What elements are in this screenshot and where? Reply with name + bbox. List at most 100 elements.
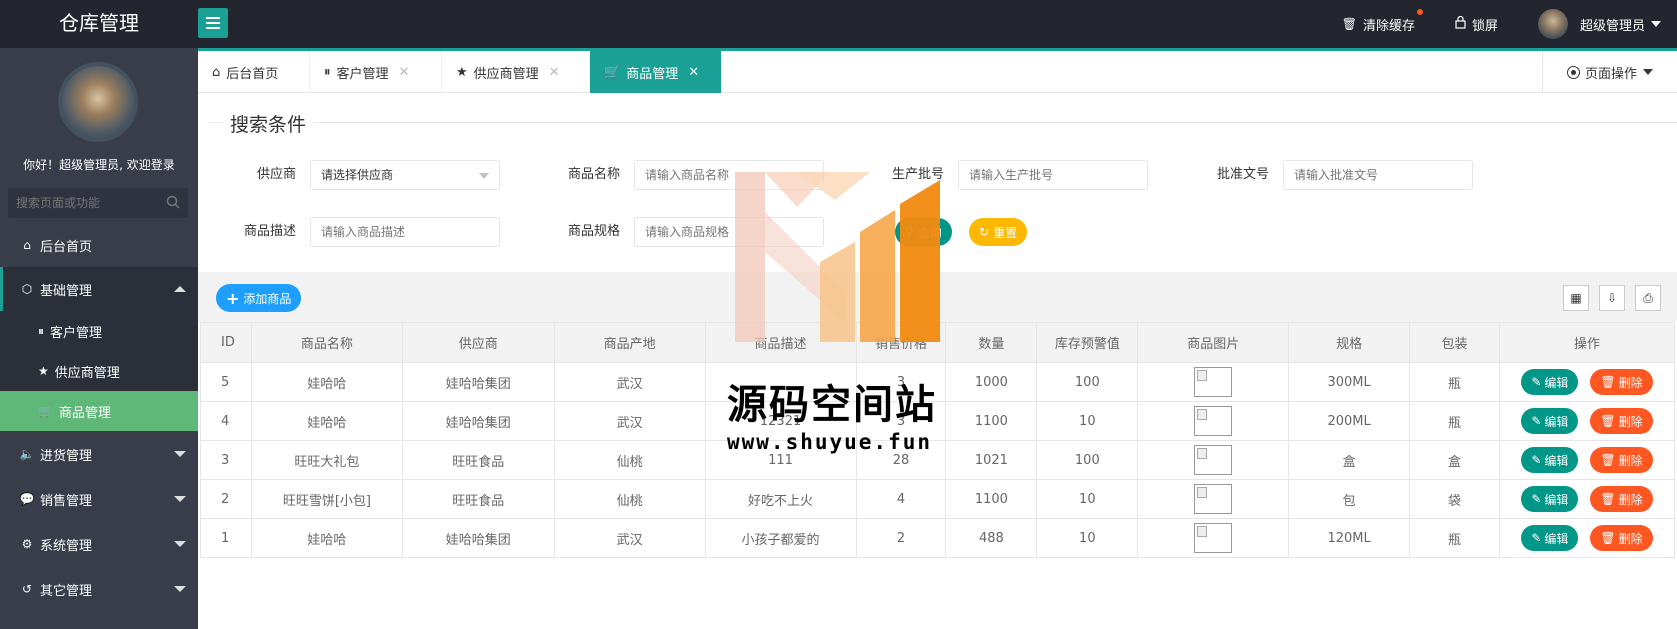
welcome-text: 你好！超级管理员, 欢迎登录	[23, 158, 175, 172]
delete-button[interactable]: 🗑 删除	[1590, 447, 1653, 473]
sidebar-item-basic[interactable]: ⬡ 基础管理	[0, 267, 198, 311]
watermark-logo-icon	[735, 172, 940, 342]
edit-button[interactable]: ✎ 编辑	[1521, 369, 1579, 395]
sidebar-item-home[interactable]: ⌂ 后台首页	[0, 223, 198, 267]
cell-desc: 好吃不上火	[704, 479, 857, 519]
edit-button[interactable]: ✎ 编辑	[1521, 447, 1579, 473]
cell-actions: ✎ 编辑 🗑 删除	[1498, 479, 1676, 519]
close-icon[interactable]: ✕	[399, 65, 410, 80]
cell-spec: 120ML	[1288, 518, 1411, 558]
watermark-text: 源码空间站	[727, 382, 937, 428]
cube-icon: ⬡	[21, 282, 33, 296]
trash-icon: 🗑	[1600, 453, 1616, 467]
cart-icon: 🛒	[604, 64, 621, 80]
sidebar: 你好！超级管理员, 欢迎登录 ⌂ 后台首页 ⬡ 基础管理 ⏸ 客户管理 ★ 供应…	[0, 48, 198, 629]
col-spec[interactable]: 规格	[1288, 322, 1411, 363]
app-title[interactable]: 仓库管理	[0, 0, 198, 48]
trash-icon: 🗑	[1600, 531, 1616, 545]
cell-name: 娃哈哈	[250, 518, 403, 558]
export-icon[interactable]: ⇩	[1599, 285, 1625, 311]
approval-number-input[interactable]	[1283, 160, 1473, 190]
batch-number-input[interactable]	[958, 160, 1148, 190]
search-fieldset-line	[210, 122, 1677, 123]
col-qty[interactable]: 数量	[945, 322, 1038, 363]
edit-button[interactable]: ✎ 编辑	[1521, 486, 1579, 512]
goods-desc-input[interactable]	[310, 217, 500, 247]
tab-home[interactable]: ⌂ 后台首页	[198, 51, 310, 93]
cell-supplier: 娃哈哈集团	[401, 362, 555, 402]
tab-goods[interactable]: 🛒 商品管理 ✕	[590, 51, 722, 93]
col-warn[interactable]: 库存预警值	[1036, 322, 1139, 363]
cell-pack: 瓶	[1409, 401, 1500, 441]
cell-spec: 包	[1288, 479, 1411, 519]
add-goods-button[interactable]: + 添加商品	[216, 284, 302, 312]
sidebar-search-input[interactable]	[8, 188, 158, 218]
col-image[interactable]: 商品图片	[1137, 322, 1290, 363]
col-pack[interactable]: 包装	[1409, 322, 1500, 363]
table-row[interactable]: 2 旺旺雪饼[小包] 旺旺食品 仙桃 好吃不上火 4 1100 10 包 袋 ✎…	[200, 479, 1676, 519]
cell-qty: 488	[945, 518, 1038, 558]
cell-name: 旺旺大礼包	[250, 440, 403, 480]
pause-circle-icon: ⏸	[324, 64, 331, 80]
table-row[interactable]: 1 娃哈哈 娃哈哈集团 武汉 小孩子都爱的 2 488 10 120ML 瓶 ✎…	[200, 518, 1676, 558]
col-id[interactable]: ID	[200, 322, 252, 363]
cell-desc: 小孩子都爱的	[704, 518, 857, 558]
col-supplier[interactable]: 供应商	[401, 322, 555, 363]
col-origin[interactable]: 商品产地	[553, 322, 706, 363]
cell-qty: 1100	[945, 401, 1038, 441]
sidebar-item-other[interactable]: ↺ 其它管理	[0, 567, 198, 611]
pause-circle-icon: ⏸	[38, 323, 45, 338]
columns-filter-icon[interactable]: ▦	[1563, 285, 1589, 311]
cell-name: 娃哈哈	[250, 362, 403, 402]
pencil-icon: ✎	[1531, 531, 1542, 545]
target-icon	[1566, 65, 1580, 79]
sidebar-item-supplier[interactable]: ★ 供应商管理	[0, 351, 198, 391]
cell-origin: 仙桃	[553, 479, 706, 519]
trash-icon: 🗑	[1600, 492, 1616, 506]
col-name[interactable]: 商品名称	[250, 322, 403, 363]
sidebar-item-goods[interactable]: 🛒 商品管理	[0, 391, 198, 431]
edit-button[interactable]: ✎ 编辑	[1521, 525, 1579, 551]
close-icon[interactable]: ✕	[549, 65, 560, 80]
menu-toggle-icon[interactable]	[198, 8, 228, 38]
delete-button[interactable]: 🗑 删除	[1590, 369, 1653, 395]
search-icon[interactable]	[166, 195, 180, 209]
tab-customer[interactable]: ⏸ 客户管理 ✕	[310, 51, 442, 93]
tab-supplier[interactable]: ★ 供应商管理 ✕	[442, 51, 590, 93]
page-operations-dropdown[interactable]: 页面操作	[1542, 51, 1677, 93]
cell-actions: ✎ 编辑 🗑 删除	[1498, 518, 1676, 558]
cell-origin: 武汉	[553, 401, 706, 441]
print-icon[interactable]: ⎙	[1635, 285, 1661, 311]
table-row[interactable]: 3 旺旺大礼包 旺旺食品 仙桃 111 28 1021 100 盒 盒 ✎ 编辑 🗑…	[200, 440, 1676, 480]
chevron-down-icon	[1643, 69, 1653, 75]
cell-qty: 1100	[945, 479, 1038, 519]
supplier-select[interactable]: 请选择供应商	[310, 160, 500, 190]
delete-button[interactable]: 🗑 删除	[1590, 408, 1653, 434]
sidebar-item-system[interactable]: ⚙ 系统管理	[0, 522, 198, 566]
cell-origin: 武汉	[553, 518, 706, 558]
user-menu[interactable]: 超级管理员	[1537, 9, 1661, 39]
cell-pack: 袋	[1409, 479, 1500, 519]
top-bar: 仓库管理 🗑 清除缓存 锁屏 超级管理员	[0, 0, 1677, 48]
sidebar-item-customer[interactable]: ⏸ 客户管理	[0, 311, 198, 351]
tab-bar: ⌂ 后台首页 ⏸ 客户管理 ✕ ★ 供应商管理 ✕ 🛒 商品管理 ✕ 页面操作	[198, 51, 1677, 93]
cell-price: 2	[855, 518, 947, 558]
edit-button[interactable]: ✎ 编辑	[1521, 408, 1579, 434]
cell-supplier: 娃哈哈集团	[401, 518, 555, 558]
sidebar-item-sales[interactable]: 💬 销售管理	[0, 477, 198, 521]
lock-screen-button[interactable]: 锁屏	[1455, 15, 1498, 34]
cell-warn: 10	[1036, 518, 1139, 558]
plus-icon: +	[226, 288, 240, 308]
reset-button[interactable]: ↻ 重置	[969, 218, 1028, 246]
delete-button[interactable]: 🗑 删除	[1590, 525, 1653, 551]
table-row[interactable]: 5 娃哈哈 娃哈哈集团 武汉 3 1000 100 300ML 瓶 ✎ 编辑 🗑 删除	[200, 362, 1676, 402]
trash-icon: 🗑	[1341, 17, 1357, 31]
home-icon: ⌂	[23, 238, 31, 252]
clear-cache-button[interactable]: 🗑 清除缓存	[1341, 8, 1423, 34]
delete-button[interactable]: 🗑 删除	[1590, 486, 1653, 512]
close-icon[interactable]: ✕	[688, 65, 699, 80]
cell-spec: 盒	[1288, 440, 1411, 480]
cell-image	[1137, 518, 1290, 558]
table-row[interactable]: 4 娃哈哈 娃哈哈集团 武汉 12321 3 1100 10 200ML 瓶 ✎…	[200, 401, 1676, 441]
sidebar-item-purchase[interactable]: 🔈 进货管理	[0, 432, 198, 476]
